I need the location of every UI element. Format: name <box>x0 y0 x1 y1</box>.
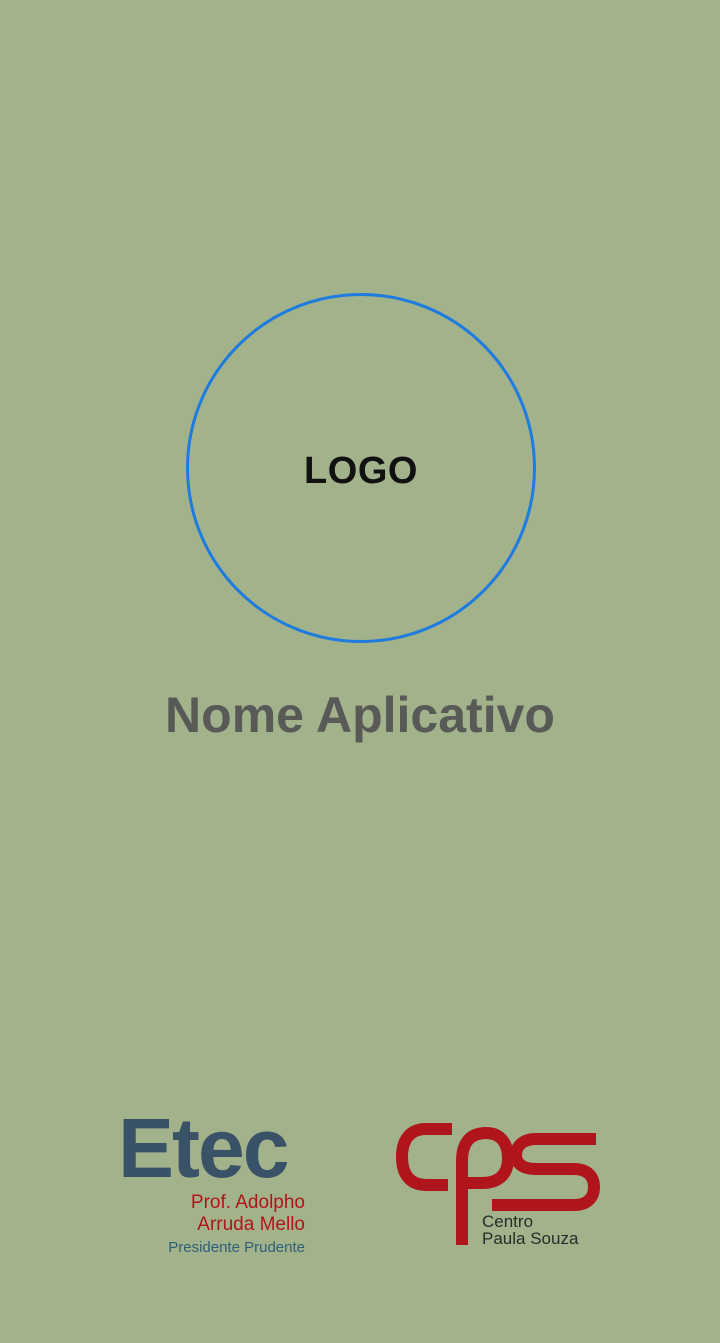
cps-logo-line-2: Paula Souza <box>482 1229 579 1248</box>
etec-logo-wordmark: Etec <box>118 1101 289 1195</box>
app-name-title: Nome Aplicativo <box>165 687 555 743</box>
etec-logo-line-1: Prof. Adolpho <box>190 1192 305 1213</box>
logo-placeholder-text: LOGO <box>304 449 418 492</box>
logo-placeholder-circle: LOGO <box>186 293 536 643</box>
cps-logo: Centro Paula Souza <box>396 1117 606 1252</box>
etec-logo: Etec Prof. Adolpho Arruda Mello Presiden… <box>118 1106 308 1256</box>
etec-logo-line-2: Arruda Mello <box>197 1214 305 1235</box>
etec-logo-line-3: Presidente Prudente <box>168 1239 305 1256</box>
